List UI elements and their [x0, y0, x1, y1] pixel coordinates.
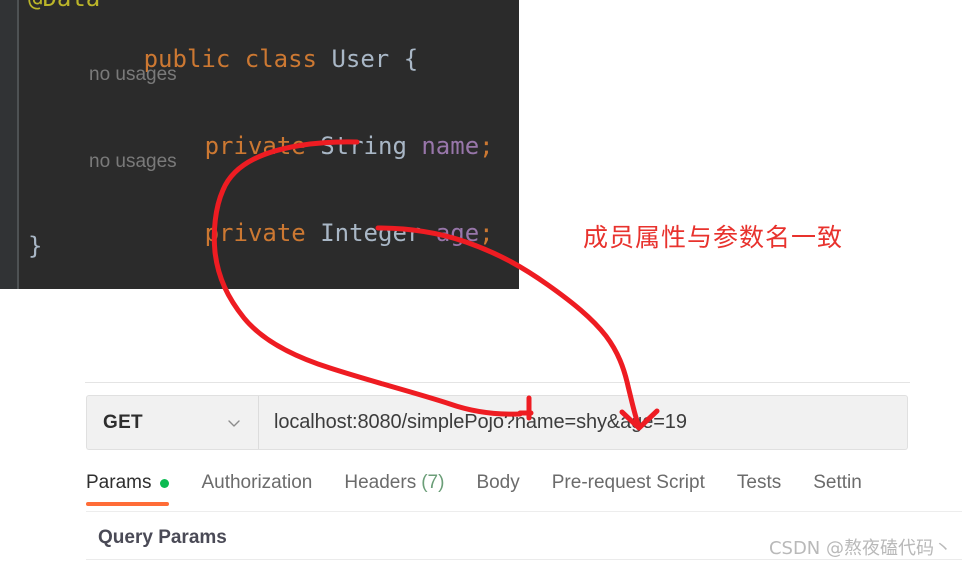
query-params-title: Query Params — [98, 527, 227, 548]
tab-settings-label: Settin — [813, 472, 862, 493]
tab-headers[interactable]: Headers (7) — [344, 472, 444, 506]
code-line-class-decl: public class User { — [28, 17, 419, 101]
token-type-string: String — [320, 132, 407, 160]
code-line-field-age: private Integer age; — [89, 191, 494, 275]
token-keyword-private-2: private — [204, 219, 306, 247]
usage-hint-age: no usages — [89, 151, 177, 172]
token-type-integer: Integer — [320, 219, 422, 247]
tab-tests-label: Tests — [736, 472, 782, 493]
tab-headers-label: Headers — [344, 472, 417, 493]
tab-pre-request-script-label: Pre-request Script — [551, 472, 705, 493]
request-url-value: localhost:8080/simplePojo?name=shy&age=1… — [274, 411, 687, 433]
tab-active-underline — [86, 502, 170, 506]
tab-params-label: Params — [86, 472, 152, 493]
usage-hint-name: no usages — [89, 64, 177, 85]
tabs-baseline-divider — [86, 511, 962, 512]
request-tabs: Params Authorization Headers (7) Body Pr… — [86, 472, 894, 514]
editor-gutter — [0, 0, 17, 289]
http-method-select[interactable]: GET — [86, 395, 259, 450]
code-line-annotation: @Data — [28, 0, 100, 12]
token-semicolon-2: ; — [479, 219, 494, 247]
token-open-brace: { — [403, 45, 419, 73]
tab-pre-request-script[interactable]: Pre-request Script — [552, 472, 705, 506]
tab-headers-count: (7) — [421, 472, 445, 493]
tab-body[interactable]: Body — [476, 472, 519, 506]
token-field-name: name — [421, 132, 480, 160]
request-url-input[interactable]: localhost:8080/simplePojo?name=shy&age=1… — [259, 395, 908, 450]
tab-params[interactable]: Params — [86, 472, 170, 506]
tab-params-modified-dot — [160, 478, 170, 488]
panel-top-divider — [85, 382, 910, 383]
screenshot-root: @Data public class User { no usages priv… — [0, 0, 962, 564]
http-method-label: GET — [103, 411, 143, 433]
token-field-age: age — [435, 219, 480, 247]
chevron-down-icon — [228, 419, 240, 427]
token-keyword-private-1: private — [204, 132, 306, 160]
tab-body-label: Body — [476, 472, 520, 493]
code-editor-panel[interactable]: @Data public class User { no usages priv… — [0, 0, 519, 289]
token-type-user: User — [331, 45, 390, 73]
code-line-field-name: private String name; — [89, 104, 494, 188]
tab-tests[interactable]: Tests — [737, 472, 781, 506]
tab-settings[interactable]: Settin — [813, 472, 862, 506]
csdn-watermark: CSDN @熬夜磕代码丶 — [768, 538, 952, 559]
code-content[interactable]: @Data public class User { no usages priv… — [19, 0, 519, 289]
tab-authorization[interactable]: Authorization — [201, 472, 312, 506]
token-semicolon-1: ; — [479, 132, 494, 160]
code-line-close-brace: } — [28, 232, 43, 260]
red-annotation-label: 成员属性与参数名一致 — [583, 223, 844, 252]
token-keyword-class: class — [244, 45, 317, 73]
tab-authorization-label: Authorization — [201, 472, 313, 493]
request-url-row: GET localhost:8080/simplePojo?name=shy&a… — [86, 395, 908, 450]
